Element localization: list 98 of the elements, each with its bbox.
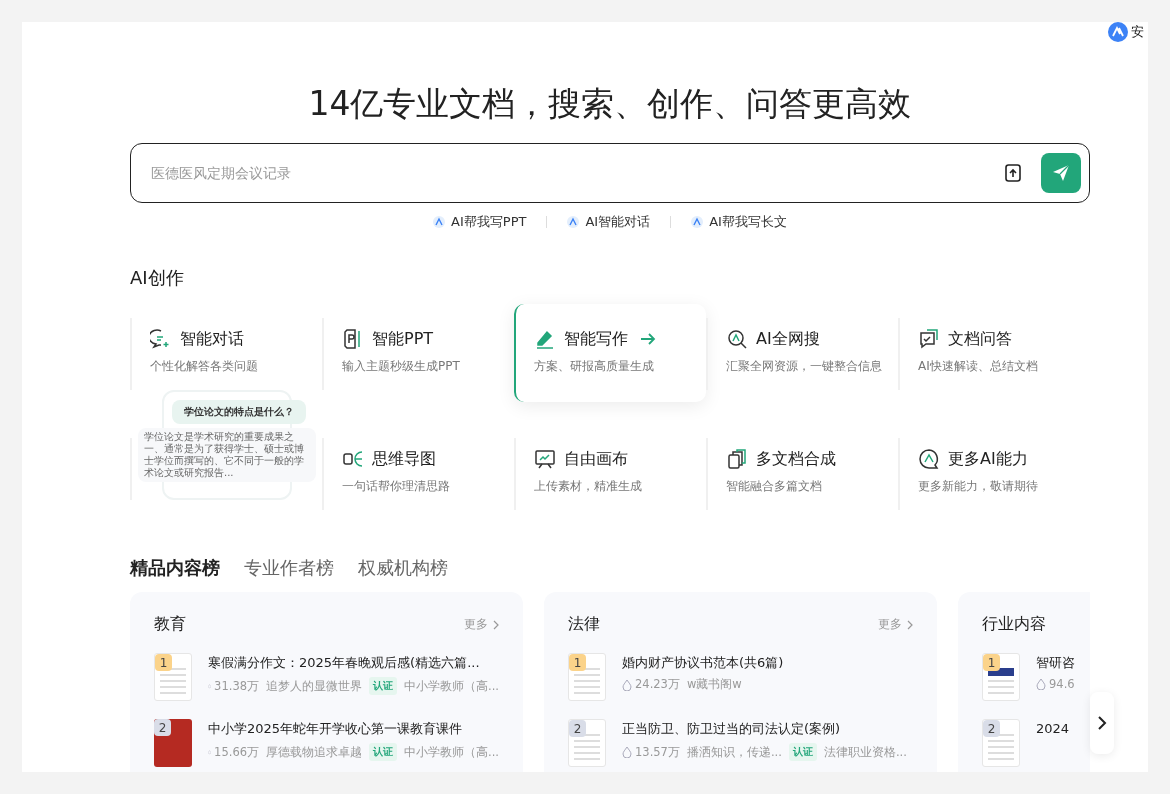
flame-icon bbox=[622, 678, 632, 691]
search-field[interactable]: 医德医风定期会议记录 bbox=[130, 143, 1090, 203]
feature-description: 输入主题秒级生成PPT bbox=[342, 358, 461, 375]
rank-badge: 2 bbox=[983, 720, 1000, 737]
send-icon bbox=[1051, 163, 1071, 183]
document-thumbnail[interactable]: 1 bbox=[568, 653, 606, 701]
install-link[interactable]: 安 bbox=[1108, 22, 1144, 42]
document-thumbnail[interactable]: 1 bbox=[982, 653, 1020, 701]
rank-badge: 1 bbox=[155, 654, 172, 671]
feature-description: 智能融合多篇文档 bbox=[726, 478, 823, 495]
ranking-tab[interactable]: 精品内容榜 bbox=[130, 556, 220, 580]
feature-title: 多文档合成 bbox=[756, 448, 836, 470]
quick-link[interactable]: AI帮我写长文 bbox=[709, 213, 787, 231]
feature-card[interactable]: 智能写作 方案、研报高质量生成 bbox=[514, 304, 706, 402]
feature-title: AI全网搜 bbox=[756, 328, 820, 350]
feature-card[interactable]: AI全网搜 汇聚全网资源，一键整合信息 bbox=[706, 318, 898, 390]
feature-description: 汇聚全网资源，一键整合信息 bbox=[726, 358, 883, 375]
next-button[interactable] bbox=[1090, 692, 1114, 754]
chevron-right-icon bbox=[493, 619, 499, 630]
chevron-right-icon bbox=[1097, 716, 1107, 730]
feature-title: 智能PPT bbox=[372, 328, 434, 350]
feature-description: AI快速解读、总结文档 bbox=[918, 358, 1039, 375]
author-role: 中小学教师（高... bbox=[404, 678, 499, 694]
flame-icon bbox=[622, 746, 632, 758]
chevron-right-icon bbox=[907, 619, 913, 630]
section-title: AI创作 bbox=[130, 266, 185, 290]
flame-icon bbox=[1036, 678, 1046, 690]
document-title[interactable]: 中小学2025年蛇年开学收心第一课教育课件 bbox=[208, 719, 499, 739]
view-count: 13.57万 bbox=[635, 744, 680, 760]
feature-description: 一句话帮你理清思路 bbox=[342, 478, 451, 495]
view-count: 24.23万 bbox=[635, 677, 680, 692]
quick-link[interactable]: AI帮我写PPT bbox=[451, 213, 527, 231]
document-title[interactable]: 寒假满分作文：2025年春晚观后感(精选六篇... bbox=[208, 653, 499, 673]
upload-icon[interactable] bbox=[1003, 163, 1023, 183]
feature-title: 智能写作 bbox=[564, 328, 628, 350]
verified-tag: 认证 bbox=[788, 743, 817, 761]
feature-card[interactable]: 自由画布 上传素材，精准生成 bbox=[514, 438, 706, 510]
view-count: 31.38万 bbox=[214, 678, 260, 694]
rank-badge: 1 bbox=[983, 654, 1000, 671]
feature-title: 文档问答 bbox=[948, 328, 1012, 350]
chat-bubble-icon bbox=[918, 448, 940, 470]
rank-badge: 1 bbox=[569, 654, 586, 671]
feature-description: 上传素材，精准生成 bbox=[534, 478, 643, 495]
author-name: 厚德载物追求卓越 bbox=[266, 744, 363, 760]
answer-bubble: 学位论文是学术研究的重要成果之一、通常是为了获得学士、硕士或博士学位而撰写的、它不同于一般的学术论文或研究报告... bbox=[138, 428, 316, 482]
search-icon bbox=[726, 328, 748, 350]
author-name: w藏书阁w bbox=[686, 677, 742, 692]
card-title: 法律 bbox=[568, 614, 600, 635]
stacked-pages-icon bbox=[726, 448, 748, 470]
card-title: 教育 bbox=[154, 614, 186, 635]
author-role: 法律职业资格... bbox=[823, 744, 907, 760]
document-thumbnail[interactable]: 1 bbox=[154, 653, 192, 701]
feature-card[interactable]: 思维导图 一句话帮你理清思路 bbox=[322, 438, 514, 510]
feature-title: 自由画布 bbox=[564, 448, 628, 470]
rank-badge: 2 bbox=[569, 720, 586, 737]
feature-card[interactable]: 更多AI能力 更多新能力，敬请期待 bbox=[898, 438, 1090, 510]
quick-link[interactable]: AI智能对话 bbox=[585, 213, 651, 231]
feature-card[interactable]: 智能PPT 输入主题秒级生成PPT bbox=[322, 318, 514, 390]
document-title[interactable]: 婚内财产协议书范本(共6篇) bbox=[622, 653, 913, 673]
author-name: 追梦人的显微世界 bbox=[266, 678, 363, 694]
ranking-tab[interactable]: 权威机构榜 bbox=[358, 556, 448, 580]
logo-icon bbox=[567, 216, 580, 228]
verified-tag: 认证 bbox=[369, 677, 398, 695]
search-input[interactable]: 医德医风定期会议记录 bbox=[149, 164, 985, 182]
chat-bubble-icon bbox=[150, 328, 172, 350]
photo-placeholder[interactable]: 2 bbox=[154, 719, 192, 767]
headline: 14亿专业文档，搜索、创作、问答更高效 bbox=[307, 83, 913, 125]
feature-description: 更多新能力，敬请期待 bbox=[918, 478, 1039, 495]
feature-card[interactable]: 文档问答 AI快速解读、总结文档 bbox=[898, 318, 1090, 390]
arrow-right-icon bbox=[640, 333, 656, 345]
document-title[interactable]: 2024 bbox=[1036, 719, 1090, 739]
document-title[interactable]: 智研咨 bbox=[1036, 653, 1090, 673]
pen-icon bbox=[534, 328, 556, 350]
feature-title: 更多AI能力 bbox=[948, 448, 1028, 470]
rank-badge: 2 bbox=[154, 719, 171, 736]
easel-icon bbox=[534, 448, 556, 470]
verified-tag: 认证 bbox=[369, 743, 398, 761]
author-role: 中小学教师（高... bbox=[404, 744, 499, 760]
card-title: 行业内容 bbox=[982, 614, 1046, 635]
feature-title: 智能对话 bbox=[180, 328, 244, 350]
logo-icon bbox=[691, 216, 704, 228]
document-thumbnail[interactable]: 2 bbox=[568, 719, 606, 767]
question-bubble: 学位论文的特点是什么？ bbox=[172, 400, 306, 424]
document-thumbnail[interactable]: 2 bbox=[982, 719, 1020, 767]
document-title[interactable]: 正当防卫、防卫过当的司法认定(案例) bbox=[622, 719, 913, 739]
feature-card[interactable]: 多文档合成 智能融合多篇文档 bbox=[706, 438, 898, 510]
send-button[interactable] bbox=[1041, 153, 1081, 193]
logo-icon bbox=[433, 216, 446, 228]
mind-map-icon bbox=[342, 448, 364, 470]
chat-check-icon bbox=[918, 328, 940, 350]
ranking-tab[interactable]: 专业作者榜 bbox=[244, 556, 334, 580]
feature-card[interactable]: 智能对话 个性化解答各类问题 bbox=[130, 318, 322, 390]
feature-description: 方案、研报高质量生成 bbox=[534, 358, 655, 375]
view-count: 94.6 bbox=[1049, 677, 1075, 691]
feature-title: 思维导图 bbox=[372, 448, 436, 470]
view-count: 15.66万 bbox=[214, 744, 260, 760]
author-name: 播洒知识，传递... bbox=[686, 744, 782, 760]
feature-description: 个性化解答各类问题 bbox=[150, 358, 259, 375]
